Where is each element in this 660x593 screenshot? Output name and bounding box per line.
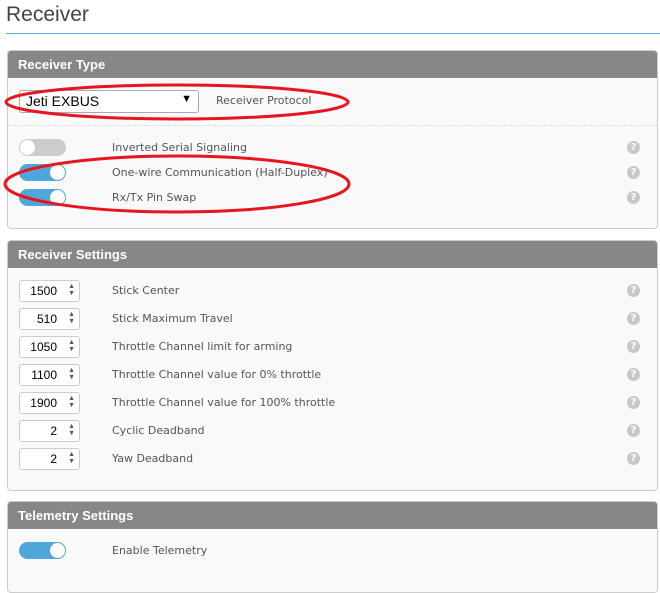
toggle-row: Enable Telemetry	[19, 540, 657, 562]
receiver-protocol-select[interactable]: Jeti EXBUS ▼	[19, 90, 199, 113]
toggle-switch[interactable]	[19, 164, 66, 181]
help-icon[interactable]: ?	[627, 452, 640, 465]
input-value: 1050	[30, 340, 57, 354]
receiver-type-panel: Receiver Type Jeti EXBUS ▼ Receiver Proto…	[7, 50, 658, 229]
setting-row: 2 ▲ ▼ Yaw Deadband ?	[19, 448, 657, 470]
help-icon[interactable]: ?	[627, 340, 640, 353]
setting-row: 1100 ▲ ▼ Throttle Channel value for 0% thr…	[19, 364, 657, 386]
help-icon[interactable]: ?	[627, 284, 640, 297]
toggle-row: Rx/Tx Pin Swap ?	[19, 187, 657, 209]
receiver-settings-panel: Receiver Settings 1500 ▲ ▼ Stick Center ? …	[7, 240, 658, 491]
setting-row: 1050 ▲ ▼ Throttle Channel limit for arming…	[19, 336, 657, 358]
number-input[interactable]: 1500 ▲ ▼	[19, 280, 80, 302]
input-value: 2	[50, 424, 57, 438]
select-value: Jeti EXBUS	[26, 93, 100, 109]
setting-row: 2 ▲ ▼ Cyclic Deadband ?	[19, 420, 657, 442]
spinner-icon[interactable]: ▲ ▼	[68, 339, 75, 353]
protocol-label: Receiver Protocol	[216, 94, 312, 107]
toggle-row: One-wire Communication (Half-Duplex) ?	[19, 162, 657, 184]
toggle-switch[interactable]	[19, 189, 66, 206]
number-input[interactable]: 1100 ▲ ▼	[19, 364, 80, 386]
number-input[interactable]: 2 ▲ ▼	[19, 448, 80, 470]
toggle-label: Enable Telemetry	[112, 544, 208, 557]
setting-label: Stick Center	[112, 284, 180, 297]
setting-label: Yaw Deadband	[112, 452, 194, 465]
spinner-icon[interactable]: ▲ ▼	[68, 367, 75, 381]
help-icon[interactable]: ?	[627, 396, 640, 409]
help-icon[interactable]: ?	[627, 424, 640, 437]
spinner-icon[interactable]: ▲ ▼	[68, 451, 75, 465]
toggle-row: Inverted Serial Signaling ?	[19, 137, 657, 159]
divider	[8, 125, 657, 126]
input-value: 1500	[30, 284, 57, 298]
setting-row: 510 ▲ ▼ Stick Maximum Travel ?	[19, 308, 657, 330]
input-value: 2	[50, 452, 57, 466]
help-icon[interactable]: ?	[627, 312, 640, 325]
number-input[interactable]: 2 ▲ ▼	[19, 420, 80, 442]
help-icon[interactable]: ?	[627, 166, 640, 179]
panel-header: Telemetry Settings	[8, 502, 657, 529]
number-input[interactable]: 510 ▲ ▼	[19, 308, 80, 330]
setting-row: 1500 ▲ ▼ Stick Center ?	[19, 280, 657, 302]
telemetry-settings-panel: Telemetry Settings Enable Telemetry	[7, 501, 658, 593]
setting-row: 1900 ▲ ▼ Throttle Channel value for 100% t…	[19, 392, 657, 414]
help-icon[interactable]: ?	[627, 191, 640, 204]
setting-label: Throttle Channel value for 0% throttle	[112, 368, 322, 381]
panel-header: Receiver Type	[8, 51, 657, 78]
spinner-icon[interactable]: ▲ ▼	[68, 395, 75, 409]
input-value: 1900	[30, 396, 57, 410]
page-title: Receiver	[6, 3, 89, 26]
input-value: 510	[36, 312, 57, 326]
title-divider	[6, 33, 660, 34]
setting-label: Stick Maximum Travel	[112, 312, 233, 325]
number-input[interactable]: 1900 ▲ ▼	[19, 392, 80, 414]
help-icon[interactable]: ?	[627, 368, 640, 381]
number-input[interactable]: 1050 ▲ ▼	[19, 336, 80, 358]
toggle-label: Rx/Tx Pin Swap	[112, 191, 197, 204]
enable-telemetry-toggle[interactable]	[19, 542, 66, 559]
setting-label: Cyclic Deadband	[112, 424, 205, 437]
input-value: 1100	[31, 368, 57, 382]
setting-label: Throttle Channel limit for arming	[112, 340, 293, 353]
spinner-icon[interactable]: ▲ ▼	[68, 283, 75, 297]
toggle-label: One-wire Communication (Half-Duplex)	[112, 166, 328, 179]
panel-header: Receiver Settings	[8, 241, 657, 268]
spinner-icon[interactable]: ▲ ▼	[68, 423, 75, 437]
setting-label: Throttle Channel value for 100% throttle	[112, 396, 336, 409]
protocol-row: Jeti EXBUS ▼ Receiver Protocol	[19, 90, 657, 113]
chevron-down-icon: ▼	[181, 93, 192, 105]
spinner-icon[interactable]: ▲ ▼	[68, 311, 75, 325]
toggle-label: Inverted Serial Signaling	[112, 141, 247, 154]
help-icon[interactable]: ?	[627, 141, 640, 154]
toggle-switch[interactable]	[19, 139, 66, 156]
